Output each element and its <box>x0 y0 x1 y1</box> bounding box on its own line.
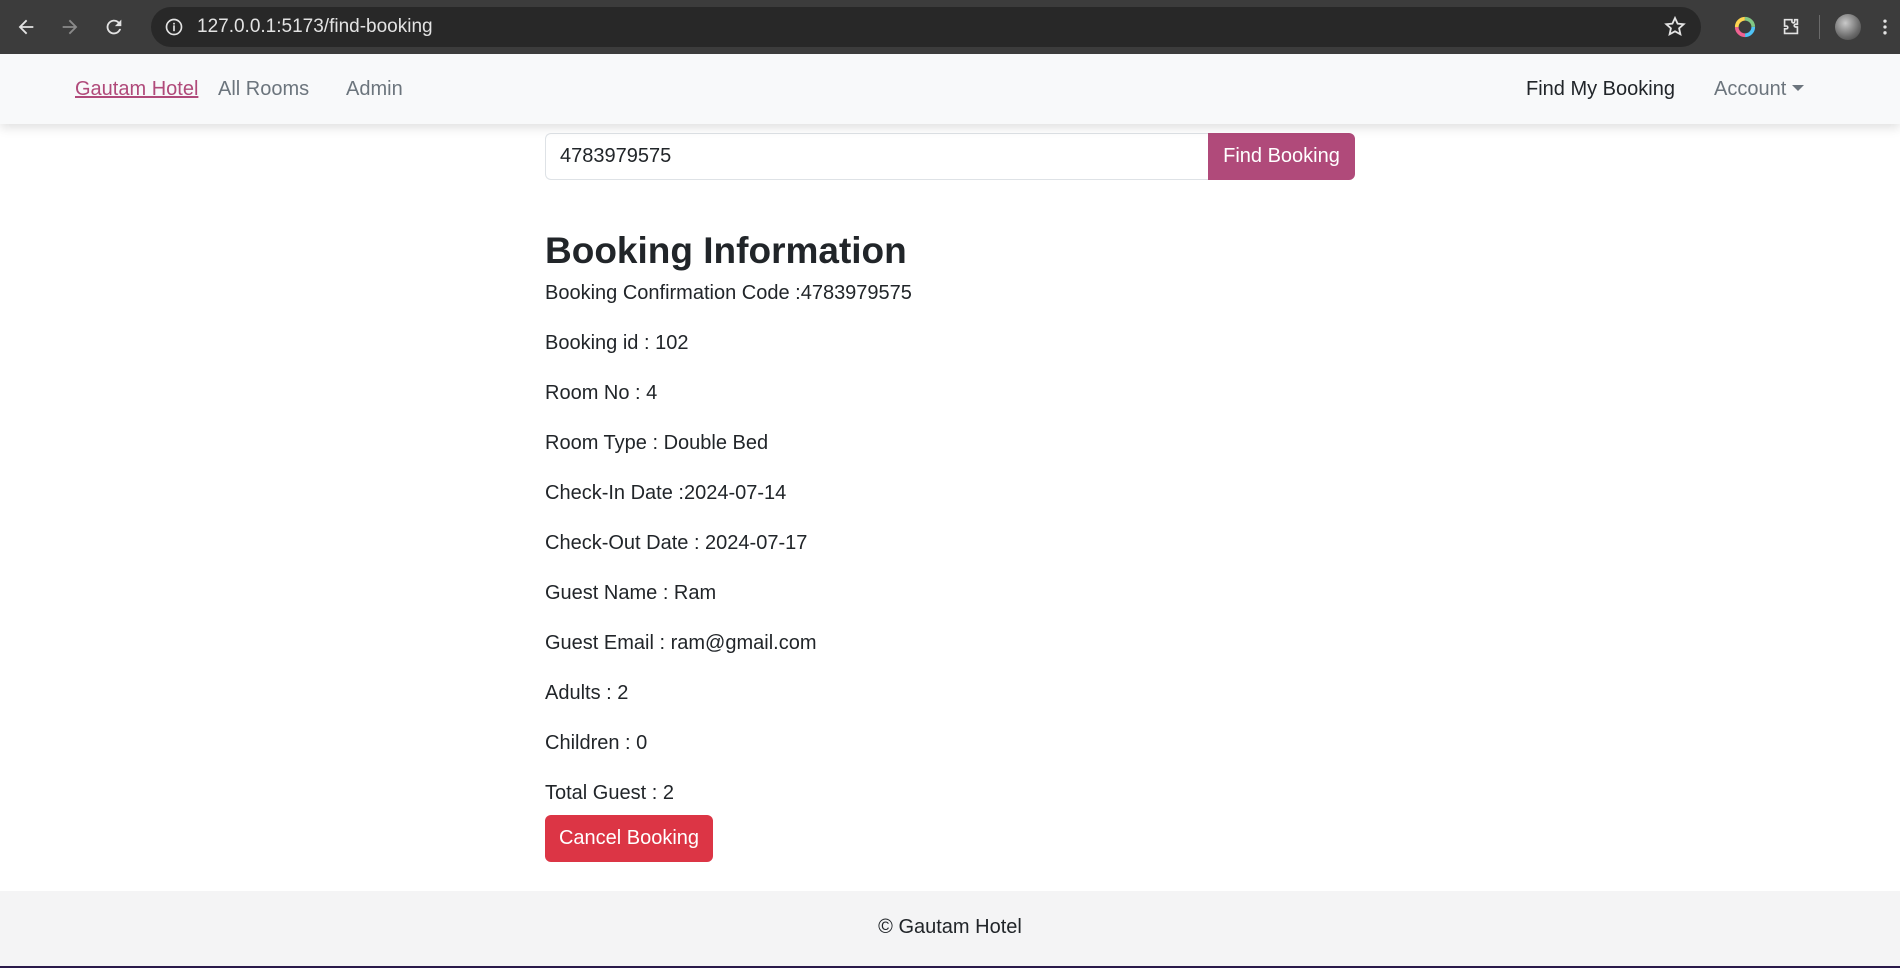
booking-search-form: Find Booking <box>545 133 1355 180</box>
find-booking-button[interactable]: Find Booking <box>1208 133 1355 180</box>
extensions-puzzle-icon[interactable] <box>1769 5 1813 49</box>
nav-account-dropdown[interactable]: Account <box>1714 78 1805 101</box>
account-label: Account <box>1714 78 1787 100</box>
site-navbar: Gautam Hotel All Rooms Admin Find My Boo… <box>0 54 1900 124</box>
confirmation-code-text: Booking Confirmation Code :4783979575 <box>545 282 912 305</box>
toolbar-divider <box>1819 15 1820 39</box>
back-arrow-icon <box>18 19 34 35</box>
page-title: Booking Information <box>545 230 907 271</box>
nav-all-rooms[interactable]: All Rooms <box>218 78 309 101</box>
reload-button[interactable] <box>94 7 134 47</box>
guest-name-text: Guest Name : Ram <box>545 582 717 605</box>
confirmation-code-input[interactable] <box>545 133 1208 180</box>
nav-admin[interactable]: Admin <box>346 78 403 101</box>
color-extension-icon[interactable] <box>1723 5 1767 49</box>
brand-link[interactable]: Gautam Hotel <box>75 78 198 101</box>
booking-id-text: Booking id : 102 <box>545 332 689 355</box>
guest-email-text: Guest Email : ram@gmail.com <box>545 632 817 655</box>
caret-down-icon <box>1792 85 1805 92</box>
reload-icon <box>106 19 122 35</box>
nav-find-my-booking[interactable]: Find My Booking <box>1526 78 1675 101</box>
back-button[interactable] <box>6 7 46 47</box>
address-bar[interactable]: 127.0.0.1:5173/find-booking <box>151 7 1701 47</box>
room-type-text: Room Type : Double Bed <box>545 432 769 455</box>
total-guest-text: Total Guest : 2 <box>545 782 674 805</box>
forward-button[interactable] <box>50 7 90 47</box>
site-info-icon[interactable] <box>159 12 189 42</box>
children-text: Children : 0 <box>545 732 648 755</box>
page-viewport: Gautam Hotel All Rooms Admin Find My Boo… <box>0 54 1900 966</box>
bookmark-star-icon[interactable] <box>1663 15 1687 39</box>
footer-copyright: © Gautam Hotel <box>878 916 1022 938</box>
cancel-booking-button[interactable]: Cancel Booking <box>545 815 713 863</box>
adults-text: Adults : 2 <box>545 682 629 705</box>
url-text: 127.0.0.1:5173/find-booking <box>197 16 433 37</box>
profile-avatar[interactable] <box>1826 5 1870 49</box>
check-in-text: Check-In Date :2024-07-14 <box>545 482 787 505</box>
site-footer: © Gautam Hotel <box>0 891 1900 966</box>
kebab-menu-icon[interactable] <box>1870 5 1900 49</box>
forward-arrow-icon <box>62 19 78 35</box>
room-no-text: Room No : 4 <box>545 382 658 405</box>
check-out-text: Check-Out Date : 2024-07-17 <box>545 532 808 555</box>
browser-toolbar: 127.0.0.1:5173/find-booking <box>0 0 1900 54</box>
booking-details: Booking Information Booking Confirmation… <box>545 229 1445 863</box>
